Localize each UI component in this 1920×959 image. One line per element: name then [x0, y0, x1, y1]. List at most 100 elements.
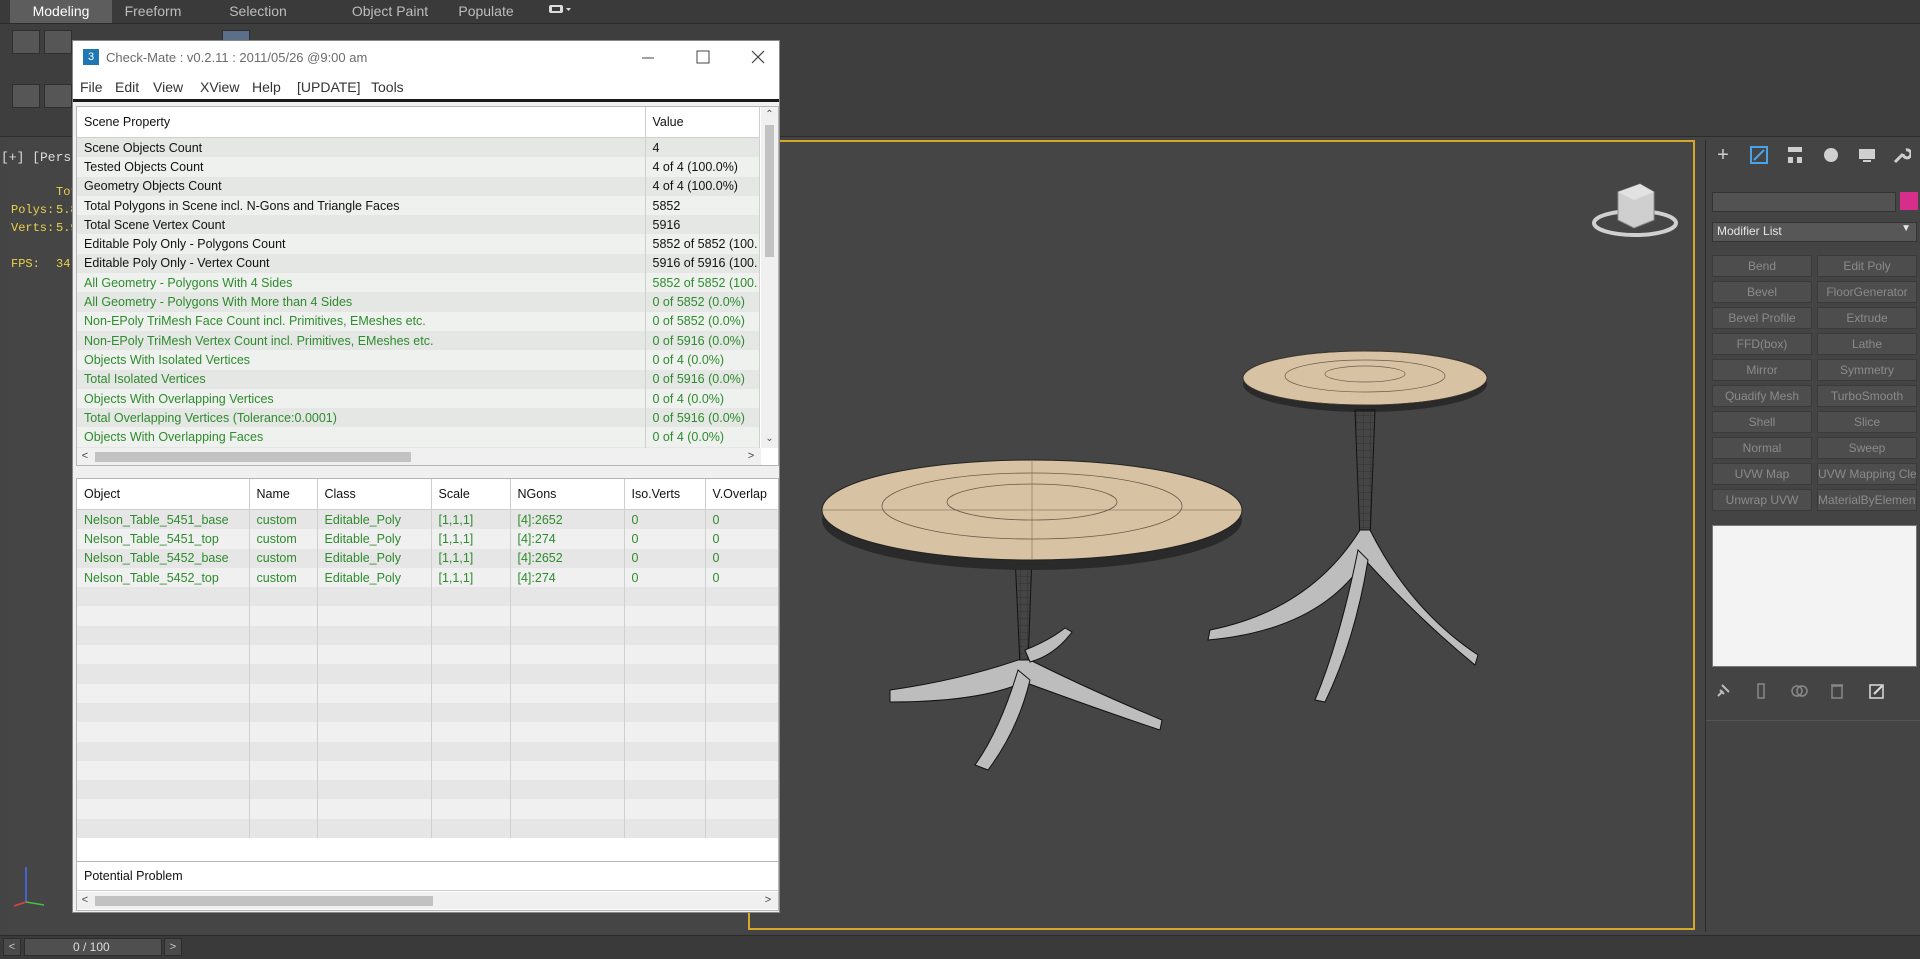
- menu-file[interactable]: File: [80, 79, 103, 95]
- tab-object-paint[interactable]: Object Paint: [325, 0, 455, 23]
- table-row[interactable]: Total Polygons in Scene incl. N-Gons and…: [77, 195, 760, 216]
- table-row[interactable]: Non-EPoly TriMesh Face Count incl. Primi…: [77, 311, 760, 331]
- hierarchy-tab-icon[interactable]: [1780, 140, 1810, 170]
- pin-stack-icon[interactable]: [1714, 682, 1732, 700]
- modifier-button-mirror[interactable]: Mirror: [1712, 359, 1812, 381]
- modifier-button-symmetry[interactable]: Symmetry: [1817, 359, 1917, 381]
- scroll-down-icon[interactable]: ⌄: [761, 431, 778, 447]
- prev-frame-button[interactable]: <: [3, 938, 21, 956]
- scroll-right-icon[interactable]: >: [760, 892, 776, 909]
- tab-freeform[interactable]: Freeform: [112, 0, 194, 23]
- ribbon-tool-button[interactable]: [12, 30, 40, 54]
- remove-modifier-icon[interactable]: [1828, 682, 1846, 700]
- time-slider[interactable]: 0 / 100: [24, 938, 162, 956]
- tab-populate[interactable]: Populate: [452, 0, 520, 23]
- modify-tab-icon[interactable]: [1744, 140, 1774, 170]
- ribbon-tool-button[interactable]: [44, 84, 72, 108]
- column-header-scene-property[interactable]: Scene Property: [77, 107, 646, 138]
- menu-tools[interactable]: Tools: [371, 79, 404, 95]
- table-row[interactable]: Nelson_Table_5452_top custom Editable_Poly…: [77, 567, 778, 588]
- menu-help[interactable]: Help: [252, 79, 281, 95]
- table-row[interactable]: All Geometry - Polygons With 4 Sides 5852…: [77, 273, 760, 293]
- configure-modifier-sets-icon[interactable]: [1868, 682, 1886, 700]
- modifier-button-uvw-map[interactable]: UVW Map: [1712, 463, 1812, 485]
- problem-hscrollbar[interactable]: < >: [77, 892, 778, 909]
- ribbon-options-dropdown[interactable]: [545, 0, 575, 23]
- table-row[interactable]: Scene Objects Count 4: [77, 137, 760, 158]
- close-icon[interactable]: [751, 50, 765, 64]
- column-header-v-overlap[interactable]: V.Overlap: [705, 479, 778, 510]
- column-header-value[interactable]: Value: [645, 107, 760, 138]
- menu-xview[interactable]: XView: [200, 79, 239, 95]
- modifier-button-materialbyelement[interactable]: MaterialByElement: [1817, 489, 1917, 511]
- scroll-right-icon[interactable]: >: [743, 448, 759, 465]
- modifier-button-normal[interactable]: Normal: [1712, 437, 1812, 459]
- table-row[interactable]: Objects With Isolated Vertices 0 of 4 (0.…: [77, 350, 760, 370]
- table-row[interactable]: Objects With Overlapping Vertices 0 of 4 …: [77, 388, 760, 409]
- modifier-list-dropdown[interactable]: Modifier List ▼: [1712, 222, 1917, 242]
- modifier-button-bevel[interactable]: Bevel: [1712, 281, 1812, 303]
- viewcube[interactable]: [1590, 180, 1680, 248]
- nelson-tables-model[interactable]: [810, 310, 1490, 780]
- column-header-ngons[interactable]: NGons: [510, 479, 625, 510]
- table-row[interactable]: Editable Poly Only - Vertex Count 5916 of…: [77, 253, 760, 274]
- create-tab-icon[interactable]: +: [1708, 140, 1738, 170]
- table-row[interactable]: Editable Poly Only - Polygons Count 5852 …: [77, 234, 760, 254]
- table-row[interactable]: Total Overlapping Vertices (Tolerance:0.…: [77, 408, 760, 428]
- column-header-object[interactable]: Object: [77, 479, 250, 510]
- scene-property-list[interactable]: Scene Property Value Scene Objects Count…: [76, 106, 779, 466]
- hscroll-thumb[interactable]: [95, 896, 433, 906]
- object-name-input[interactable]: [1712, 192, 1896, 212]
- table-row[interactable]: Geometry Objects Count 4 of 4 (100.0%): [77, 176, 760, 196]
- modifier-button-quadify-mesh[interactable]: Quadify Mesh: [1712, 385, 1812, 407]
- column-header-iso-verts[interactable]: Iso.Verts: [624, 479, 706, 510]
- scroll-left-icon[interactable]: <: [77, 892, 93, 909]
- vscroll-thumb[interactable]: [765, 125, 774, 257]
- next-frame-button[interactable]: >: [164, 938, 182, 956]
- scroll-left-icon[interactable]: <: [77, 448, 93, 465]
- table-row[interactable]: Nelson_Table_5451_top custom Editable_Poly…: [77, 529, 778, 549]
- table-row[interactable]: Tested Objects Count 4 of 4 (100.0%): [77, 157, 760, 177]
- window-titlebar[interactable]: 3 Check-Mate : v0.2.11 : 2011/05/26 @9:0…: [73, 41, 779, 75]
- modifier-button-extrude[interactable]: Extrude: [1817, 307, 1917, 329]
- make-unique-icon[interactable]: [1790, 682, 1808, 700]
- modifier-button-sweep[interactable]: Sweep: [1817, 437, 1917, 459]
- menu-view[interactable]: View: [153, 79, 183, 95]
- modifier-button-edit-poly[interactable]: Edit Poly: [1817, 255, 1917, 277]
- menu-edit[interactable]: Edit: [115, 79, 139, 95]
- table-row[interactable]: Total Isolated Vertices 0 of 5916 (0.0%): [77, 369, 760, 389]
- object-list[interactable]: Object Name Class Scale NGons Iso.Verts …: [76, 478, 779, 886]
- modifier-button-unwrap-uvw[interactable]: Unwrap UVW: [1712, 489, 1812, 511]
- hscroll-thumb[interactable]: [95, 452, 411, 462]
- modifier-button-shell[interactable]: Shell: [1712, 411, 1812, 433]
- property-list-hscrollbar[interactable]: < >: [77, 448, 761, 465]
- menu-update[interactable]: [UPDATE]: [297, 79, 361, 95]
- modifier-button-bevel-profile[interactable]: Bevel Profile: [1712, 307, 1812, 329]
- modifier-button-floorgenerator[interactable]: FloorGenerator: [1817, 281, 1917, 303]
- column-header-name[interactable]: Name: [249, 479, 318, 510]
- modifier-button-uvw-mapping-clea[interactable]: UVW Mapping Clea: [1817, 463, 1917, 485]
- tab-selection[interactable]: Selection: [218, 0, 298, 23]
- property-list-vscrollbar[interactable]: ⌃ ⌄: [761, 107, 778, 448]
- table-row[interactable]: Nelson_Table_5452_base custom Editable_Pol…: [77, 548, 778, 568]
- potential-problem-panel[interactable]: Potential Problem < >: [76, 861, 779, 911]
- modifier-button-bend[interactable]: Bend: [1712, 255, 1812, 277]
- display-tab-icon[interactable]: [1852, 140, 1882, 170]
- minimize-icon[interactable]: [641, 51, 655, 65]
- table-row[interactable]: Nelson_Table_5451_base custom Editable_Pol…: [77, 509, 778, 530]
- scroll-up-icon[interactable]: ⌃: [761, 107, 778, 123]
- modifier-button-slice[interactable]: Slice: [1817, 411, 1917, 433]
- show-end-result-icon[interactable]: [1752, 682, 1770, 700]
- motion-tab-icon[interactable]: [1816, 140, 1846, 170]
- maximize-icon[interactable]: [696, 50, 710, 64]
- modifier-button-lathe[interactable]: Lathe: [1817, 333, 1917, 355]
- modifier-stack[interactable]: [1712, 525, 1917, 667]
- table-row[interactable]: All Geometry - Polygons With More than 4…: [77, 292, 760, 312]
- table-row[interactable]: Objects With Overlapping Faces 0 of 4 (0.…: [77, 427, 760, 447]
- modifier-button-turbosmooth[interactable]: TurboSmooth: [1817, 385, 1917, 407]
- ribbon-tool-button[interactable]: [12, 84, 40, 108]
- column-header-scale[interactable]: Scale: [431, 479, 511, 510]
- ribbon-tool-button[interactable]: [44, 30, 72, 54]
- tab-modeling[interactable]: Modeling: [10, 0, 112, 23]
- modifier-button-ffd-box-[interactable]: FFD(box): [1712, 333, 1812, 355]
